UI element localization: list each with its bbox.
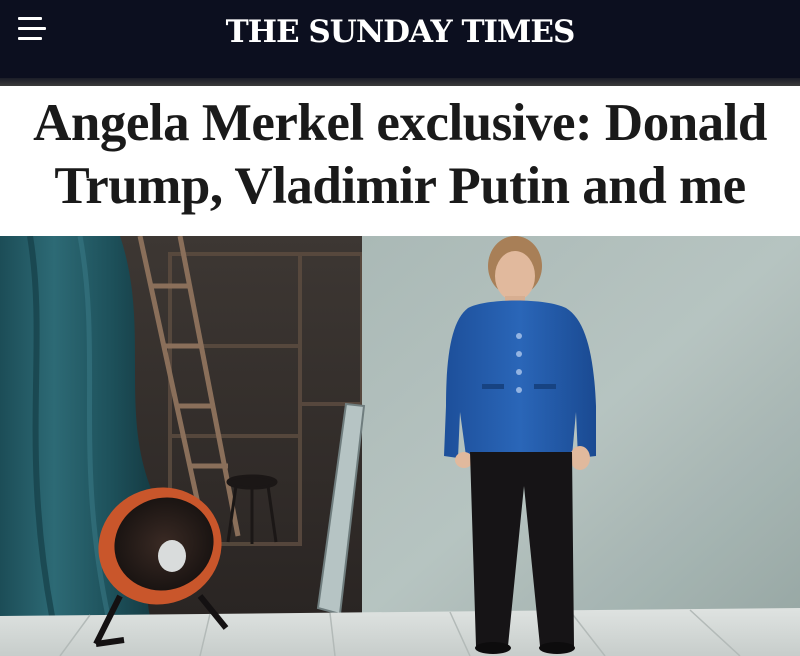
masthead: THE SUNDAY TIMES: [0, 0, 800, 78]
site-logo[interactable]: THE SUNDAY TIMES: [0, 14, 800, 50]
photo-illustration: [0, 236, 800, 656]
article-headline[interactable]: Angela Merkel exclusive: Donald Trump, V…: [0, 92, 800, 218]
masthead-divider: [0, 78, 800, 86]
hero-photo[interactable]: [0, 236, 800, 656]
article-page: THE SUNDAY TIMES Angela Merkel exclusive…: [0, 0, 800, 656]
headline-line-1: Angela Merkel exclusive: Donald: [33, 94, 767, 152]
headline-line-2: Trump, Vladimir Putin and me: [54, 157, 746, 215]
